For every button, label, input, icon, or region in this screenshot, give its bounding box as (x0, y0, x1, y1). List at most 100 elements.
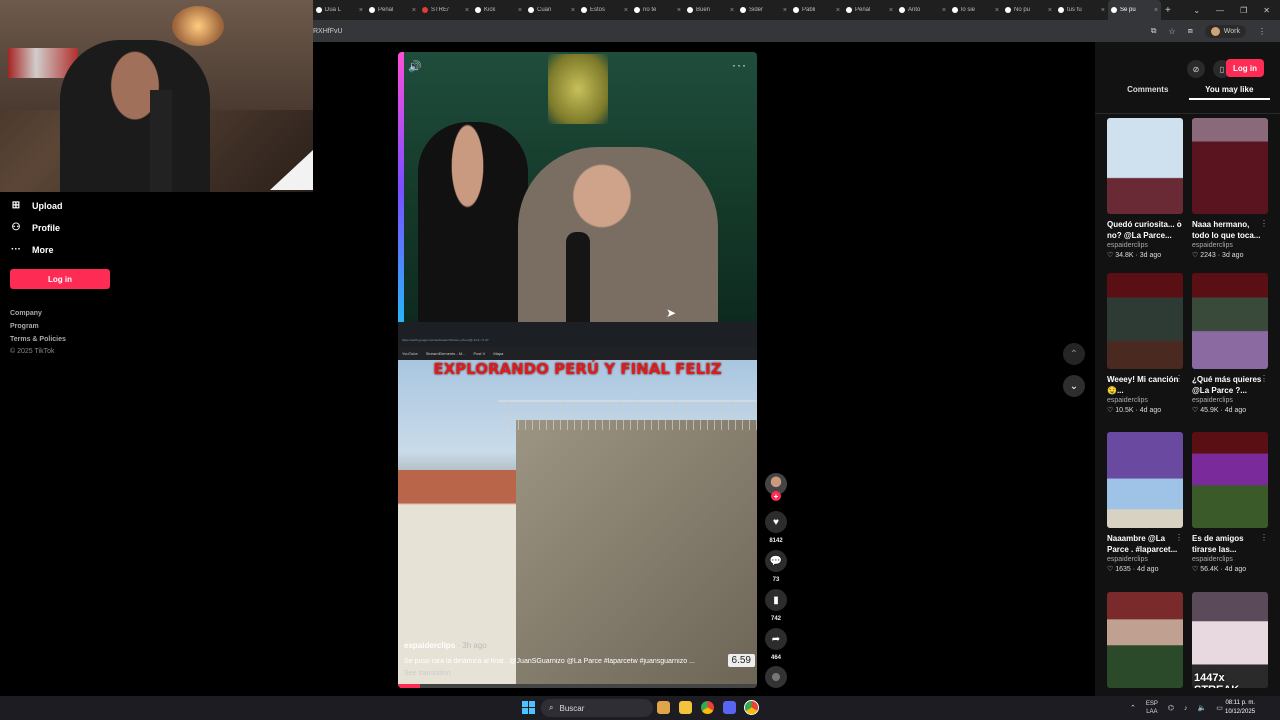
next-video-button[interactable]: ⌄ (1063, 375, 1085, 397)
video-progress-bar[interactable] (398, 684, 757, 688)
sidebar-item-upload[interactable]: ⊞ Upload (10, 200, 63, 211)
login-button-top[interactable]: Log in (1226, 59, 1264, 77)
browser-tab-active[interactable]: Se pu × (1108, 0, 1161, 20)
tab-comments[interactable]: Comments (1107, 80, 1189, 100)
chevron-up-icon[interactable]: ⌃ (1130, 704, 1136, 712)
app-icon[interactable] (657, 701, 670, 714)
windows-start-icon[interactable] (522, 701, 535, 714)
footer-link-terms[interactable]: Terms & Policies (10, 336, 66, 343)
previous-video-button[interactable]: ⌃ (1063, 343, 1085, 365)
share-button[interactable]: ➦ 464 (765, 628, 787, 661)
url-text[interactable]: RXHfFvU (313, 28, 343, 35)
recommended-card[interactable]: Naaambre @La Parce . #laparcet... espaid… (1107, 432, 1183, 573)
bookmark-star-icon[interactable]: ☆ (1169, 27, 1176, 36)
like-button[interactable]: ♥ 8142 (765, 511, 787, 544)
footer-link-company[interactable]: Company (10, 310, 42, 317)
follow-plus-icon[interactable]: + (771, 491, 781, 501)
close-icon[interactable]: × (1101, 7, 1105, 14)
save-button[interactable]: ▮ 742 (765, 589, 787, 622)
chrome-active-icon[interactable] (744, 700, 759, 715)
video-author[interactable]: espaiderclips · 3h ago (404, 641, 487, 650)
close-icon[interactable]: × (412, 7, 416, 14)
close-icon[interactable]: × (836, 7, 840, 14)
close-icon[interactable]: × (359, 7, 363, 14)
browser-tab[interactable]: no te × (631, 0, 684, 20)
chrome-icon[interactable] (701, 701, 714, 714)
close-icon[interactable]: × (518, 7, 522, 14)
close-icon[interactable]: × (677, 7, 681, 14)
language-indicator[interactable]: ESP LAA (1146, 700, 1158, 716)
music-disc-icon[interactable] (765, 666, 787, 688)
tab-search-icon[interactable]: ⌄ (1193, 6, 1200, 15)
close-icon[interactable]: × (783, 7, 787, 14)
recommended-card[interactable] (1107, 592, 1183, 688)
browser-tab[interactable]: Pabli × (790, 0, 843, 20)
browser-tab[interactable]: Penal × (366, 0, 419, 20)
close-icon[interactable]: × (571, 7, 575, 14)
volume-icon[interactable]: 🔈 (1198, 704, 1207, 712)
upload-icon: ⊞ (11, 200, 21, 211)
volume-icon[interactable]: 🔊 (408, 60, 422, 73)
new-tab-button[interactable]: + (1165, 5, 1171, 16)
comment-count: 73 (772, 577, 780, 583)
browser-tab[interactable]: Sider × (737, 0, 790, 20)
card-thumbnail (1107, 592, 1183, 688)
recommended-card[interactable]: Naaa hermano, todo lo que toca... espaid… (1192, 118, 1268, 259)
compass-icon[interactable]: ⊘ (1187, 60, 1205, 78)
close-icon[interactable]: × (624, 7, 628, 14)
browser-tab[interactable]: lo sie × (949, 0, 1002, 20)
see-translation-link[interactable]: See translation (404, 670, 451, 677)
streak-overlay-text: 1447x STREAK (1194, 672, 1239, 688)
browser-tab[interactable]: Kick × (472, 0, 525, 20)
recommended-card[interactable]: Quedó curiosita... o no? @La Parce... es… (1107, 118, 1183, 259)
profile-button[interactable]: Work (1204, 24, 1246, 38)
recommended-card[interactable]: ¿Qué más quieres @La Parce ?... espaider… (1192, 273, 1268, 414)
close-icon[interactable]: × (730, 7, 734, 14)
close-icon[interactable]: × (995, 7, 999, 14)
browser-tab[interactable]: tus fu × (1055, 0, 1108, 20)
close-icon[interactable]: × (1048, 7, 1052, 14)
install-app-icon[interactable]: ⧉ (1151, 26, 1157, 36)
more-options-icon[interactable]: ··· (732, 58, 747, 72)
tab-you-may-like[interactable]: You may like (1188, 80, 1270, 100)
close-icon[interactable]: × (465, 7, 469, 14)
sidebar-item-profile[interactable]: ⚇ Profile (10, 222, 61, 233)
browser-tab[interactable]: Dua L × (313, 0, 366, 20)
login-button-sidebar[interactable]: Log in (10, 269, 110, 289)
browser-tab[interactable]: Penal × (843, 0, 896, 20)
taskbar-search[interactable]: ⌕ Buscar (541, 699, 653, 717)
card-menu-icon[interactable]: ⋮ (1175, 374, 1183, 383)
recommended-card[interactable]: 1447x STREAK (1192, 592, 1268, 688)
card-menu-icon[interactable]: ⋮ (1175, 533, 1183, 542)
card-menu-icon[interactable]: ⋮ (1260, 533, 1268, 542)
browser-tab[interactable]: Buen × (684, 0, 737, 20)
browser-menu-icon[interactable]: ⋮ (1258, 27, 1266, 36)
recommended-card[interactable]: Es de amigos tirarse las... espaiderclip… (1192, 432, 1268, 573)
browser-tab[interactable]: Anto × (896, 0, 949, 20)
close-icon[interactable]: × (942, 7, 946, 14)
close-icon[interactable]: × (889, 7, 893, 14)
battery-icon[interactable]: ▭ (1216, 704, 1223, 712)
file-explorer-icon[interactable] (679, 701, 692, 714)
card-menu-icon[interactable]: ⋮ (1175, 219, 1183, 228)
mic-icon[interactable]: ♪ (1184, 705, 1188, 712)
close-window-icon[interactable]: ✕ (1263, 6, 1270, 15)
recommended-card[interactable]: Weeey! Mi canción 🤤... espaiderclips ♡ 1… (1107, 273, 1183, 414)
browser-tab[interactable]: No pu × (1002, 0, 1055, 20)
browser-tab[interactable]: Cuan × (525, 0, 578, 20)
footer-link-program[interactable]: Program (10, 323, 39, 330)
sidebar-item-more[interactable]: ··· More (10, 244, 54, 255)
maximize-icon[interactable]: ❐ (1240, 6, 1247, 15)
browser-tab[interactable]: Estos × (578, 0, 631, 20)
taskbar-clock[interactable]: 08:11 p. m. 10/12/2025 (1225, 699, 1255, 717)
comment-button[interactable]: 💬 73 (765, 550, 787, 583)
extensions-icon[interactable]: ⧈ (1188, 26, 1193, 36)
discord-icon[interactable] (723, 701, 736, 714)
network-icon[interactable]: ⌬ (1168, 704, 1174, 712)
video-player[interactable]: https://earth.google.com/web/search/Cusc… (398, 52, 757, 688)
card-menu-icon[interactable]: ⋮ (1260, 374, 1268, 383)
browser-tab[interactable]: STRE/× (419, 0, 472, 20)
minimize-icon[interactable]: — (1216, 6, 1224, 15)
close-icon[interactable]: × (1154, 7, 1158, 14)
card-menu-icon[interactable]: ⋮ (1260, 219, 1268, 228)
